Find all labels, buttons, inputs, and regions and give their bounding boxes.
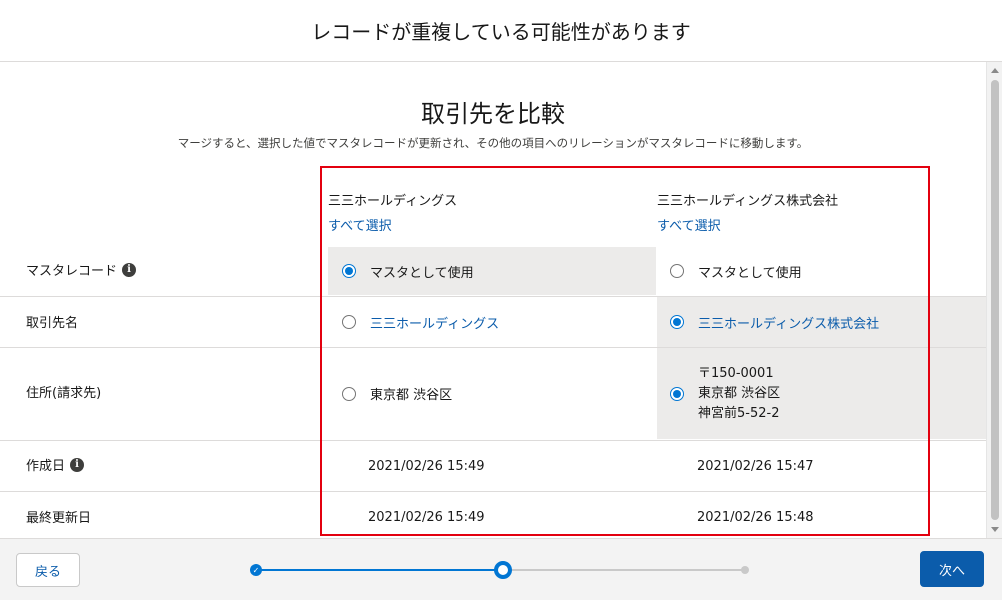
address-option-record-1[interactable]: 東京都 渋谷区: [328, 348, 656, 439]
row-divider: [0, 440, 986, 441]
created-date-record-2: 2021/02/26 15:47: [697, 441, 814, 491]
scrollbar-thumb[interactable]: [991, 80, 999, 520]
radio-button[interactable]: [670, 264, 684, 278]
row-divider: [0, 491, 986, 492]
radio-button[interactable]: [342, 315, 356, 329]
created-date-record-1: 2021/02/26 15:49: [368, 441, 485, 491]
radio-button[interactable]: [670, 386, 684, 401]
row-label-last-modified: 最終更新日: [26, 507, 91, 526]
back-button[interactable]: 戻る: [16, 553, 80, 587]
next-button[interactable]: 次へ: [920, 551, 984, 587]
dialog-title: レコードが重複している可能性があります: [311, 20, 691, 44]
address-option-record-2[interactable]: 〒150-0001 東京都 渋谷区 神宮前5-52-2: [657, 348, 986, 439]
row-label-text: 住所(請求先): [26, 386, 102, 401]
info-icon[interactable]: i: [122, 262, 137, 277]
dialog-footer: 戻る ✓ 次へ: [0, 538, 1002, 600]
row-label-text: マスタレコード: [26, 264, 118, 279]
row-label-billing-address: 住所(請求先): [26, 382, 101, 401]
dialog-header: レコードが重複している可能性があります: [0, 0, 1002, 62]
column-header-record-1: 三三ホールディングス すべて選択: [328, 190, 457, 234]
last-modified-value: 2021/02/26 15:49: [368, 509, 485, 525]
row-label-account-name: 取引先名: [26, 312, 78, 331]
step-current-marker[interactable]: [494, 561, 512, 579]
radio-button[interactable]: [342, 386, 356, 401]
column-record-name: 三三ホールディングス: [328, 194, 458, 209]
progress-track-completed: [256, 569, 502, 571]
step-pending-marker[interactable]: [741, 566, 749, 574]
radio-button[interactable]: [670, 315, 684, 329]
select-all-link[interactable]: すべて選択: [328, 215, 457, 234]
radio-button[interactable]: [342, 264, 356, 278]
account-name-link[interactable]: 三三ホールディングス: [370, 313, 499, 332]
column-header-record-2: 三三ホールディングス株式会社 すべて選択: [657, 190, 838, 234]
select-all-link[interactable]: すべて選択: [657, 215, 838, 234]
column-record-name: 三三ホールディングス株式会社: [657, 194, 839, 209]
created-date-value: 2021/02/26 15:47: [697, 458, 814, 474]
address-text: 〒150-0001 東京都 渋谷区 神宮前5-52-2: [698, 365, 781, 421]
last-modified-record-1: 2021/02/26 15:49: [368, 492, 485, 538]
name-option-record-2[interactable]: 三三ホールディングス株式会社: [657, 297, 986, 347]
dialog-body: 取引先を比較 マージすると、選択した値でマスタレコードが更新され、その他の項目へ…: [0, 62, 1002, 538]
progress-indicator: ✓: [250, 561, 750, 579]
row-label-text: 最終更新日: [26, 511, 92, 526]
compare-description: マージすると、選択した値でマスタレコードが更新され、その他の項目へのリレーション…: [177, 136, 809, 150]
last-modified-value: 2021/02/26 15:48: [697, 509, 814, 525]
progress-track-remaining: [502, 569, 746, 571]
compare-title: 取引先を比較: [421, 100, 565, 128]
last-modified-record-2: 2021/02/26 15:48: [697, 492, 814, 538]
master-option-record-1[interactable]: マスタとして使用: [328, 247, 656, 295]
info-icon[interactable]: i: [70, 457, 85, 472]
option-label: マスタとして使用: [698, 265, 802, 281]
scroll-up-icon[interactable]: [991, 68, 999, 73]
name-option-record-1[interactable]: 三三ホールディングス: [328, 297, 656, 347]
master-option-record-2[interactable]: マスタとして使用: [657, 247, 967, 295]
row-label-text: 取引先名: [26, 316, 79, 331]
vertical-scrollbar[interactable]: [986, 62, 1002, 538]
account-name-link[interactable]: 三三ホールディングス株式会社: [698, 313, 879, 332]
row-label-text: 作成日: [26, 459, 66, 474]
created-date-value: 2021/02/26 15:49: [368, 458, 485, 474]
scroll-down-icon[interactable]: [991, 527, 999, 532]
step-completed-check-icon[interactable]: ✓: [250, 564, 262, 576]
option-label: マスタとして使用: [370, 265, 474, 281]
row-label-master-record: マスタレコード i: [26, 260, 137, 279]
address-text: 東京都 渋谷区: [370, 388, 453, 403]
row-label-created-date: 作成日 i: [26, 455, 85, 474]
